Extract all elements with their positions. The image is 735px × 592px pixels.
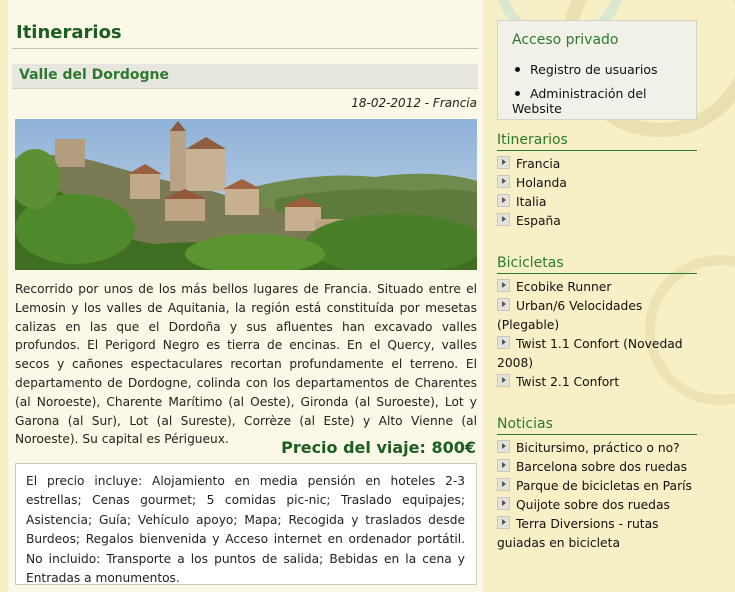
arrow-right-icon <box>497 279 510 292</box>
sidebar-link[interactable]: Francia <box>516 157 560 171</box>
login-box: Acceso privado Registro de usuarios Admi… <box>497 20 697 120</box>
register-users-link[interactable]: Registro de usuarios <box>512 62 696 86</box>
sidebar-noticias: Noticias Bicitursimo, práctico o no? Bar… <box>497 416 697 553</box>
sidebar-link[interactable]: Twist 1.1 Confort (Novedad 2008) <box>497 337 683 370</box>
login-box-title: Acceso privado <box>512 32 619 48</box>
arrow-right-icon <box>497 175 510 188</box>
sidebar-item-news-1[interactable]: Bicitursimo, práctico o no? <box>497 439 697 458</box>
sidebar-link[interactable]: Holanda <box>516 176 567 190</box>
login-links: Registro de usuarios Administración del … <box>512 62 696 116</box>
arrow-right-icon <box>497 298 510 311</box>
sidebar-item-francia[interactable]: Francia <box>497 155 697 174</box>
arrow-right-icon <box>497 374 510 387</box>
page-title: Itinerarios <box>16 22 122 43</box>
sidebar-item-espana[interactable]: España <box>497 212 697 231</box>
sidebar-heading-bicicletas: Bicicletas <box>497 255 564 271</box>
sidebar-link[interactable]: Barcelona sobre dos ruedas <box>516 460 687 474</box>
sidebar-divider <box>497 273 697 274</box>
sidebar-item-news-4[interactable]: Quijote sobre dos ruedas <box>497 496 697 515</box>
sidebar-link[interactable]: Italia <box>516 195 546 209</box>
article-photo <box>15 119 477 270</box>
arrow-right-icon <box>497 478 510 491</box>
arrow-right-icon <box>497 336 510 349</box>
sidebar-item-italia[interactable]: Italia <box>497 193 697 212</box>
bullet-icon <box>515 67 520 72</box>
sidebar-bicicletas: Bicicletas Ecobike Runner Urban/6 Veloci… <box>497 255 697 392</box>
arrow-right-icon <box>497 440 510 453</box>
arrow-right-icon <box>497 156 510 169</box>
website-admin-link[interactable]: Administración del Website <box>512 86 696 116</box>
sidebar-divider <box>497 434 697 435</box>
sidebar-link[interactable]: Twist 2.1 Confort <box>516 375 619 389</box>
sidebar-item-holanda[interactable]: Holanda <box>497 174 697 193</box>
sidebar-itinerarios: Itinerarios Francia Holanda Italia Españ… <box>497 132 697 231</box>
sidebar-link[interactable]: Terra Diversions - rutas guiadas en bici… <box>497 517 659 550</box>
sidebar-link[interactable]: Ecobike Runner <box>516 280 611 294</box>
sidebar-item-urban-6[interactable]: Urban/6 Velocidades (Plegable) <box>497 297 697 335</box>
sidebar-item-news-2[interactable]: Barcelona sobre dos ruedas <box>497 458 697 477</box>
trip-price: Precio del viaje: 800€ <box>281 438 476 457</box>
article-description: Recorrido por unos de los más bellos lug… <box>15 282 477 447</box>
price-includes-box: El precio incluye: Alojamiento en media … <box>15 463 477 585</box>
price-includes-text: El precio incluye: Alojamiento en media … <box>26 474 465 586</box>
website-admin-label[interactable]: Administración del Website <box>512 86 647 116</box>
sidebar-divider <box>497 150 697 151</box>
sidebar-link[interactable]: Parque de bicicletas en París <box>516 479 692 493</box>
sidebar-heading-itinerarios: Itinerarios <box>497 132 568 148</box>
article-header: Valle del Dordogne <box>12 64 478 89</box>
sidebar-link[interactable]: España <box>516 214 561 228</box>
arrow-right-icon <box>497 459 510 472</box>
sidebar-item-twist-1-1[interactable]: Twist 1.1 Confort (Novedad 2008) <box>497 335 697 373</box>
village-landscape-image <box>15 119 477 270</box>
bullet-icon <box>515 91 520 96</box>
arrow-right-icon <box>497 194 510 207</box>
sidebar-item-news-5[interactable]: Terra Diversions - rutas guiadas en bici… <box>497 515 697 553</box>
sidebar-item-news-3[interactable]: Parque de bicicletas en París <box>497 477 697 496</box>
register-users-label[interactable]: Registro de usuarios <box>530 62 658 77</box>
arrow-right-icon <box>497 497 510 510</box>
arrow-right-icon <box>497 213 510 226</box>
arrow-right-icon <box>497 516 510 529</box>
article-meta: 18-02-2012 - Francia <box>351 96 477 110</box>
sidebar-link[interactable]: Urban/6 Velocidades (Plegable) <box>497 299 642 332</box>
sidebar-item-twist-2-1[interactable]: Twist 2.1 Confort <box>497 373 697 392</box>
article-title[interactable]: Valle del Dordogne <box>19 67 169 83</box>
sidebar-heading-noticias: Noticias <box>497 416 553 432</box>
sidebar-link[interactable]: Quijote sobre dos ruedas <box>516 498 670 512</box>
sidebar-item-ecobike-runner[interactable]: Ecobike Runner <box>497 278 697 297</box>
title-divider <box>12 48 478 49</box>
sidebar-link[interactable]: Bicitursimo, práctico o no? <box>516 441 680 455</box>
